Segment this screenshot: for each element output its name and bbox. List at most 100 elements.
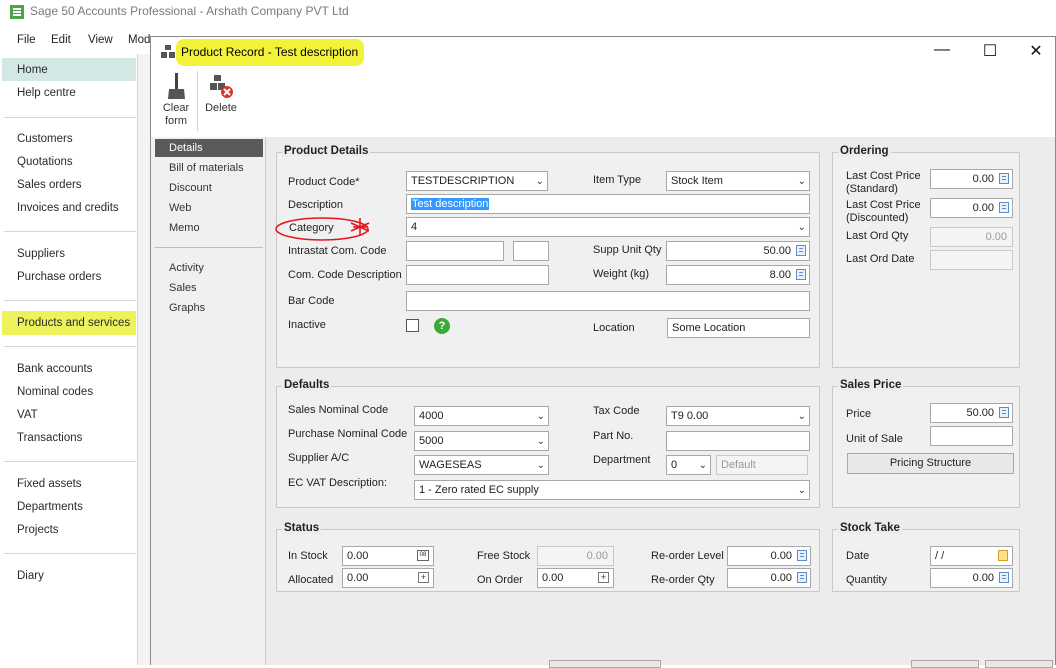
stock-take-qty-label: Quantity (846, 574, 887, 586)
bottom-button[interactable] (985, 660, 1053, 668)
department-select[interactable]: 0 ⌄ (666, 455, 711, 475)
com-code-desc-label: Com. Code Description (288, 269, 402, 281)
stock-take-qty-field[interactable]: 0.00 (930, 568, 1013, 588)
bottom-button[interactable] (549, 660, 661, 668)
sales-nominal-field[interactable]: 4000 ⌄ (414, 406, 549, 426)
inactive-checkbox[interactable] (406, 319, 419, 332)
in-stock-label: In Stock (288, 550, 328, 562)
com-code-desc-field[interactable] (406, 265, 549, 285)
price-field[interactable]: 50.00 (930, 403, 1013, 423)
menu-view[interactable]: View (88, 34, 113, 46)
calculator-icon (999, 572, 1009, 583)
nav-quotations[interactable]: Quotations (17, 156, 73, 168)
price-label: Price (846, 408, 872, 420)
part-no-label: Part No. (593, 430, 634, 442)
inactive-label: Inactive (288, 319, 326, 331)
bottom-button[interactable] (911, 660, 979, 668)
nav-fixed-assets[interactable]: Fixed assets (17, 478, 82, 490)
nav-purchase-orders[interactable]: Purchase orders (17, 271, 101, 283)
part-no-field[interactable] (666, 431, 810, 451)
sales-price-title: Sales Price (838, 379, 904, 391)
nav-vat[interactable]: VAT (17, 409, 38, 421)
product-details-title: Product Details (282, 145, 371, 157)
nav-nominal-codes[interactable]: Nominal codes (17, 386, 93, 398)
nav-transactions[interactable]: Transactions (17, 432, 82, 444)
nav-suppliers[interactable]: Suppliers (17, 248, 65, 260)
close-icon[interactable]: ✕ (1024, 41, 1048, 63)
reorder-qty-field[interactable]: 0.00 (727, 568, 811, 588)
dialog-titlebar: Product Record - Test description — ☐ ✕ (151, 37, 1055, 67)
tab-graphs[interactable]: Graphs (155, 299, 263, 317)
unit-of-sale-field[interactable] (930, 426, 1013, 446)
product-code-field[interactable]: TESTDESCRIPTION ⌄ (406, 171, 548, 191)
nav-projects[interactable]: Projects (17, 524, 59, 536)
tab-activity[interactable]: Activity (155, 259, 263, 277)
on-order-field[interactable]: 0.00 + (537, 568, 614, 588)
last-cost-std-label: Last Cost Price (Standard) (846, 170, 921, 195)
tab-discount[interactable]: Discount (155, 179, 263, 197)
tab-sales[interactable]: Sales (155, 279, 263, 297)
stock-grid-icon[interactable]: 08 (417, 550, 429, 561)
app-titlebar: Sage 50 Accounts Professional - Arshath … (0, 0, 1056, 28)
chevron-down-icon: ⌄ (797, 485, 806, 496)
reorder-level-field[interactable]: 0.00 (727, 546, 811, 566)
in-stock-field[interactable]: 0.00 08 (342, 546, 434, 566)
calculator-icon (797, 572, 807, 583)
pricing-structure-button[interactable]: Pricing Structure (847, 453, 1014, 474)
purchase-nominal-field[interactable]: 5000 ⌄ (414, 431, 549, 451)
category-field[interactable]: 4 ⌄ (406, 217, 810, 237)
maximize-icon[interactable]: ☐ (978, 41, 1002, 63)
last-cost-disc-field[interactable]: 0.00 (930, 198, 1013, 218)
intrastat-suffix-field[interactable] (513, 241, 549, 261)
supp-unit-qty-label: Supp Unit Qty (593, 244, 662, 256)
nav-sales-orders[interactable]: Sales orders (17, 179, 82, 191)
reorder-level-label: Re-order Level (651, 550, 724, 562)
nav-home[interactable]: Home (17, 64, 48, 76)
intrastat-label: Intrastat Com. Code (288, 245, 387, 257)
stock-take-date-field[interactable]: / / (930, 546, 1013, 566)
intrastat-code-field[interactable] (406, 241, 504, 261)
reorder-qty-label: Re-order Qty (651, 574, 715, 586)
broom-icon (168, 73, 185, 99)
nav-invoices-credits[interactable]: Invoices and credits (17, 202, 119, 214)
tab-web[interactable]: Web (155, 199, 263, 217)
last-cost-std-field[interactable]: 0.00 (930, 169, 1013, 189)
unit-of-sale-label: Unit of Sale (846, 433, 903, 445)
weight-field[interactable]: 8.00 (666, 265, 810, 285)
menu-edit[interactable]: Edit (51, 34, 71, 46)
nav-separator (4, 300, 136, 301)
nav-customers[interactable]: Customers (17, 133, 73, 145)
location-label: Location (593, 322, 635, 334)
tab-details[interactable]: Details (155, 139, 263, 157)
product-record-dialog: Product Record - Test description — ☐ ✕ … (150, 36, 1056, 668)
department-name-field: Default (716, 455, 808, 475)
calculator-icon (796, 245, 806, 256)
calculator-icon (999, 202, 1009, 213)
tabs-separator (155, 247, 263, 248)
ordering-title: Ordering (838, 145, 891, 157)
item-type-select[interactable]: Stock Item ⌄ (666, 171, 810, 191)
tax-code-select[interactable]: T9 0.00 ⌄ (666, 406, 810, 426)
bar-code-field[interactable] (406, 291, 810, 311)
chevron-down-icon: ⌄ (535, 176, 544, 187)
supp-unit-qty-field[interactable]: 50.00 (666, 241, 810, 261)
nav-departments[interactable]: Departments (17, 501, 83, 513)
tab-memo[interactable]: Memo (155, 219, 263, 237)
tab-bill-of-materials[interactable]: Bill of materials (155, 159, 263, 177)
location-field[interactable]: Some Location (667, 318, 810, 338)
last-ord-qty-field: 0.00 (930, 227, 1013, 247)
supplier-field[interactable]: WAGESEAS ⌄ (414, 455, 549, 475)
allocated-field[interactable]: 0.00 + (342, 568, 434, 588)
help-icon[interactable]: ? (434, 318, 450, 334)
description-field[interactable]: Test description (406, 194, 810, 214)
clear-form-button[interactable]: Clear form (159, 73, 193, 128)
menu-file[interactable]: File (17, 34, 36, 46)
nav-products-services[interactable]: Products and services (17, 317, 130, 329)
nav-bank-accounts[interactable]: Bank accounts (17, 363, 92, 375)
nav-help-centre[interactable]: Help centre (17, 87, 76, 99)
expand-plus-icon: + (598, 572, 609, 583)
ec-vat-select[interactable]: 1 - Zero rated EC supply ⌄ (414, 480, 810, 500)
delete-button[interactable]: Delete (203, 73, 239, 115)
nav-diary[interactable]: Diary (17, 570, 44, 582)
minimize-icon[interactable]: — (930, 41, 954, 63)
